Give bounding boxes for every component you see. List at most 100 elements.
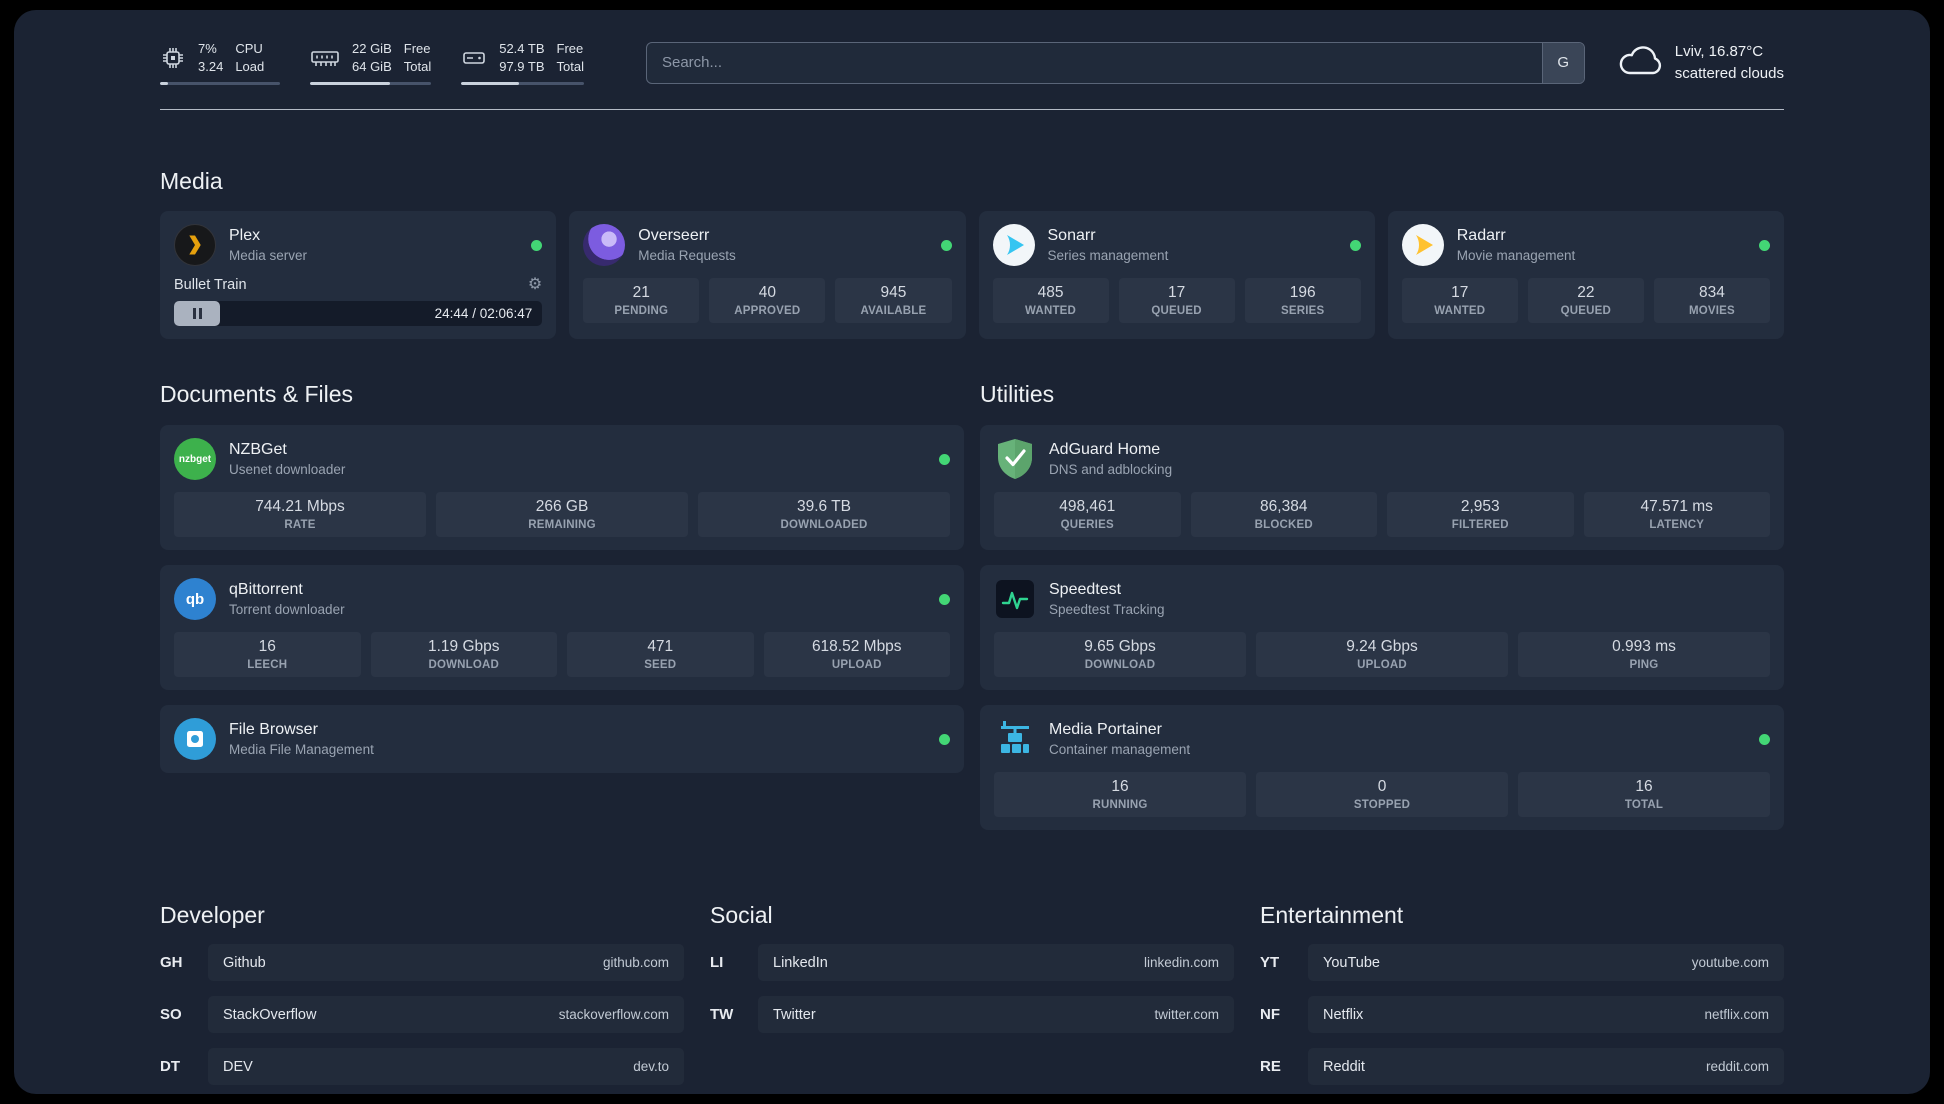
weather-location: Lviv, 16.87°C — [1674, 42, 1764, 60]
app-card-radarr[interactable]: Radarr Movie management 17 WANTED 22 QUEUE… — [1387, 211, 1784, 340]
stat-value: 21 — [632, 284, 650, 302]
resource-widget-cpu: 7% 3.24 CPU Load — [160, 40, 280, 86]
stat-label: STOPPED — [1353, 799, 1411, 812]
app-card-plex[interactable]: Plex Media server Bullet Train ⚙ 24:44 /… — [160, 211, 557, 340]
app-card-overseerr[interactable]: Overseerr Media Requests 21 PENDING 40 APP… — [569, 211, 966, 340]
stat-tile: 266 GB REMAINING — [436, 492, 688, 538]
top-bar: 7% 3.24 CPU Load 22 GiB 64 GiB Free Tota… — [160, 40, 1784, 86]
bookmark-link[interactable]: LinkedIn linkedin.com — [758, 944, 1234, 982]
app-name: Overseerr — [638, 227, 710, 245]
bookmark-stackoverflow[interactable]: SO StackOverflow stackoverflow.com — [160, 996, 684, 1034]
bookmark-link[interactable]: Github github.com — [208, 944, 684, 982]
app-description: Usenet downloader — [229, 462, 346, 478]
bookmark-abbr: DT — [160, 1058, 180, 1076]
dashboard-frame: 7% 3.24 CPU Load 22 GiB 64 GiB Free Tota… — [14, 10, 1930, 1094]
stat-label: PENDING — [614, 305, 669, 318]
disk-free-label: Free — [556, 41, 584, 56]
stat-value: 1.19 Gbps — [427, 638, 500, 656]
bookmark-link[interactable]: YouTube youtube.com — [1308, 944, 1784, 982]
stat-label: QUERIES — [1060, 519, 1114, 532]
app-name: File Browser — [229, 721, 318, 739]
stat-label: LEECH — [247, 659, 288, 672]
app-card-nzbget[interactable]: nzbget NZBGet Usenet downloader 744.21 M… — [160, 425, 964, 551]
stat-label: DOWNLOAD — [428, 659, 500, 672]
cpu-load-value: 3.24 — [198, 59, 224, 75]
stat-label: APPROVED — [734, 305, 801, 318]
bookmark-name: Twitter — [773, 1006, 816, 1023]
stat-tile: 834 MOVIES — [1653, 278, 1770, 324]
stat-tile: 2,953 FILTERED — [1387, 492, 1574, 538]
stat-tile: 618.52 Mbps UPLOAD — [763, 632, 950, 678]
app-card-sonarr[interactable]: Sonarr Series management 485 WANTED 17 QUE… — [978, 211, 1375, 340]
status-dot — [939, 453, 950, 465]
utilities-column: Utilities AdGuard Home DNS and adblockin… — [980, 381, 1784, 831]
cpu-icon — [160, 45, 186, 71]
bookmark-linkedin[interactable]: LI LinkedIn linkedin.com — [710, 944, 1234, 982]
bookmark-domain: stackoverflow.com — [558, 1007, 669, 1023]
stat-value: 17 — [1451, 284, 1469, 302]
app-card-qbittorrent[interactable]: qb qBittorrent Torrent downloader 16 LEEC… — [160, 565, 964, 691]
stat-value: 16 — [1111, 778, 1129, 796]
search-provider-button[interactable]: G — [1541, 42, 1584, 83]
app-card-filebrowser[interactable]: File Browser Media File Management — [160, 705, 964, 774]
section-title-documents: Documents & Files — [160, 381, 354, 408]
pause-icon — [192, 308, 202, 320]
stat-label: REMAINING — [528, 519, 596, 532]
stat-tile: 16 LEECH — [174, 632, 361, 678]
stat-value: 2,953 — [1460, 498, 1500, 516]
stat-value: 0.993 ms — [1612, 638, 1676, 656]
stat-value: 0 — [1377, 778, 1387, 796]
stat-tile: 40 APPROVED — [709, 278, 826, 324]
bookmark-link[interactable]: Twitter twitter.com — [758, 996, 1234, 1034]
bookmark-reddit[interactable]: RE Reddit reddit.com — [1260, 1048, 1784, 1086]
bookmark-twitter[interactable]: TW Twitter twitter.com — [710, 996, 1234, 1034]
bookmark-link[interactable]: DEV dev.to — [208, 1048, 684, 1086]
nzbget-icon: nzbget — [174, 438, 216, 481]
now-playing-widget: Bullet Train ⚙ 24:44 / 02:06:47 — [174, 277, 543, 327]
bookmark-netflix[interactable]: NF Netflix netflix.com — [1260, 996, 1784, 1034]
app-description: Media server — [229, 248, 308, 264]
bookmark-dev[interactable]: DT DEV dev.to — [160, 1048, 684, 1086]
search-input[interactable] — [646, 42, 1542, 83]
stat-value: 485 — [1037, 284, 1064, 302]
app-card-portainer[interactable]: Media Portainer Container management 16 R… — [980, 705, 1784, 831]
cloud-icon — [1617, 44, 1663, 81]
playback-progress-bar[interactable]: 24:44 / 02:06:47 — [174, 301, 543, 327]
stat-label: RATE — [284, 519, 316, 532]
app-name: Plex — [229, 227, 261, 245]
app-card-adguard[interactable]: AdGuard Home DNS and adblocking 498,461 Q… — [980, 425, 1784, 551]
bookmark-link[interactable]: Netflix netflix.com — [1308, 996, 1784, 1034]
stat-value: 744.21 Mbps — [255, 498, 345, 516]
bookmark-abbr: LI — [710, 954, 724, 972]
memory-free-label: Free — [403, 41, 431, 56]
overseerr-icon — [583, 224, 626, 267]
stat-label: WANTED — [1025, 305, 1077, 318]
bookmark-link[interactable]: Reddit reddit.com — [1308, 1048, 1784, 1086]
memory-icon — [310, 47, 340, 69]
bookmark-name: Netflix — [1323, 1006, 1364, 1023]
weather-condition: scattered clouds — [1674, 64, 1784, 82]
stat-label: DOWNLOAD — [1084, 659, 1156, 672]
disk-total-label: Total — [556, 59, 584, 75]
stat-value: 22 — [1577, 284, 1595, 302]
stat-tile: 17 WANTED — [1401, 278, 1518, 324]
app-card-speedtest[interactable]: Speedtest Speedtest Tracking 9.65 Gbps DO… — [980, 565, 1784, 691]
app-description: Media Requests — [638, 248, 736, 264]
stat-label: WANTED — [1434, 305, 1486, 318]
plex-icon — [174, 224, 216, 267]
status-dot — [940, 239, 952, 251]
bookmark-youtube[interactable]: YT YouTube youtube.com — [1260, 944, 1784, 982]
stat-label: SERIES — [1281, 305, 1325, 318]
resource-widget-memory: 22 GiB 64 GiB Free Total — [310, 40, 432, 86]
app-description: Torrent downloader — [229, 602, 345, 618]
bookmark-github[interactable]: GH Github github.com — [160, 944, 684, 982]
bookmark-group-entertainment: Entertainment YT YouTube youtube.com NF … — [1260, 902, 1784, 1086]
pause-button[interactable] — [174, 301, 220, 327]
stat-tile: 47.571 ms LATENCY — [1583, 492, 1770, 538]
bookmark-domain: github.com — [602, 955, 669, 971]
gear-icon[interactable]: ⚙ — [528, 277, 542, 293]
stat-value: 16 — [258, 638, 276, 656]
bookmark-link[interactable]: StackOverflow stackoverflow.com — [208, 996, 684, 1034]
app-description: DNS and adblocking — [1049, 462, 1173, 478]
stat-tile: 471 SEED — [567, 632, 754, 678]
